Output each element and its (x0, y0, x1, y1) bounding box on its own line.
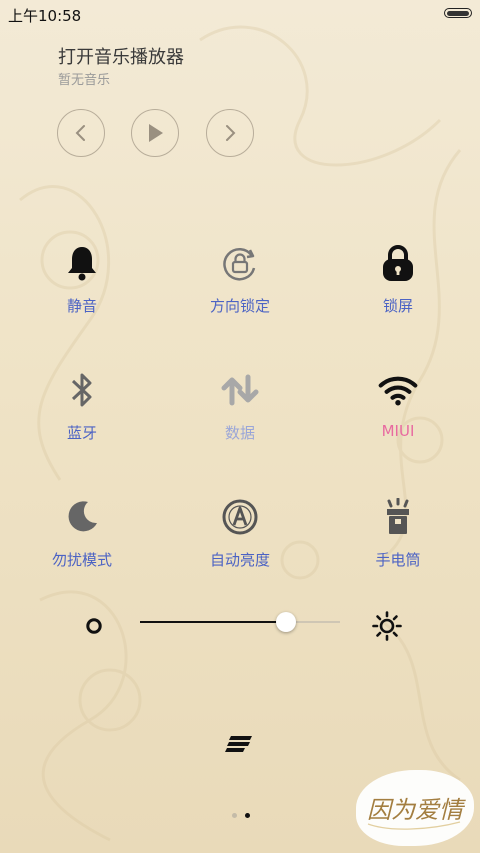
brightness-low-icon (86, 618, 102, 634)
chevron-left-icon (75, 125, 85, 141)
page-dot-active[interactable] (245, 813, 250, 818)
status-time: 上午10:58 (8, 7, 82, 25)
toggle-do-not-disturb[interactable]: 勿扰模式 (22, 497, 142, 570)
toggle-wifi[interactable]: MIUI (338, 370, 458, 440)
toggle-auto-brightness[interactable]: 自动亮度 (180, 497, 300, 570)
battery-icon (444, 8, 472, 18)
brightness-slider[interactable] (140, 612, 340, 632)
edit-toggles-icon[interactable] (225, 733, 255, 753)
previous-track-button[interactable] (57, 109, 105, 157)
toggle-label: 自动亮度 (209, 551, 270, 569)
toggle-rotation-lock[interactable]: 方向锁定 (180, 243, 300, 316)
brightness-slider-fill (140, 621, 286, 623)
music-subtitle: 暂无音乐 (58, 73, 111, 88)
toggle-label: 数据 (224, 424, 255, 442)
toggle-label: 手电筒 (375, 551, 421, 569)
toggle-label: MIUI (381, 422, 415, 440)
music-title[interactable]: 打开音乐播放器 (58, 43, 184, 69)
toggle-label: 方向锁定 (209, 297, 270, 315)
auto-brightness-icon (222, 499, 258, 535)
lock-icon (383, 245, 413, 281)
toggle-label: 锁屏 (382, 297, 413, 315)
mobile-data-icon (221, 374, 259, 406)
status-bar: 上午10:58 (0, 0, 480, 28)
bluetooth-icon (71, 373, 92, 407)
rotation-lock-icon (223, 248, 256, 281)
toggle-flashlight[interactable]: 手电筒 (338, 497, 458, 570)
brightness-high-icon (372, 611, 402, 641)
toggle-mobile-data[interactable]: 数据 (180, 370, 300, 443)
watermark-art: 因为爱情 (367, 796, 466, 830)
wifi-icon (378, 376, 418, 406)
watermark-logo: 因为爱情 (356, 770, 474, 846)
next-track-button[interactable] (206, 109, 254, 157)
toggle-label: 蓝牙 (66, 424, 97, 442)
moon-icon (68, 501, 97, 532)
flashlight-icon (387, 498, 409, 534)
page-indicator (232, 813, 250, 818)
bell-icon (68, 247, 96, 281)
page-dot[interactable] (232, 813, 237, 818)
play-button[interactable] (131, 109, 179, 157)
toggle-label: 静音 (66, 297, 97, 315)
svg-text:因为爱情: 因为爱情 (367, 796, 466, 824)
brightness-slider-thumb[interactable] (276, 612, 296, 632)
toggle-label: 勿扰模式 (51, 551, 112, 569)
toggle-lock-screen[interactable]: 锁屏 (338, 243, 458, 316)
toggle-bluetooth[interactable]: 蓝牙 (22, 370, 142, 443)
play-icon (149, 124, 163, 142)
chevron-right-icon (226, 125, 236, 141)
toggle-mute[interactable]: 静音 (22, 243, 142, 316)
